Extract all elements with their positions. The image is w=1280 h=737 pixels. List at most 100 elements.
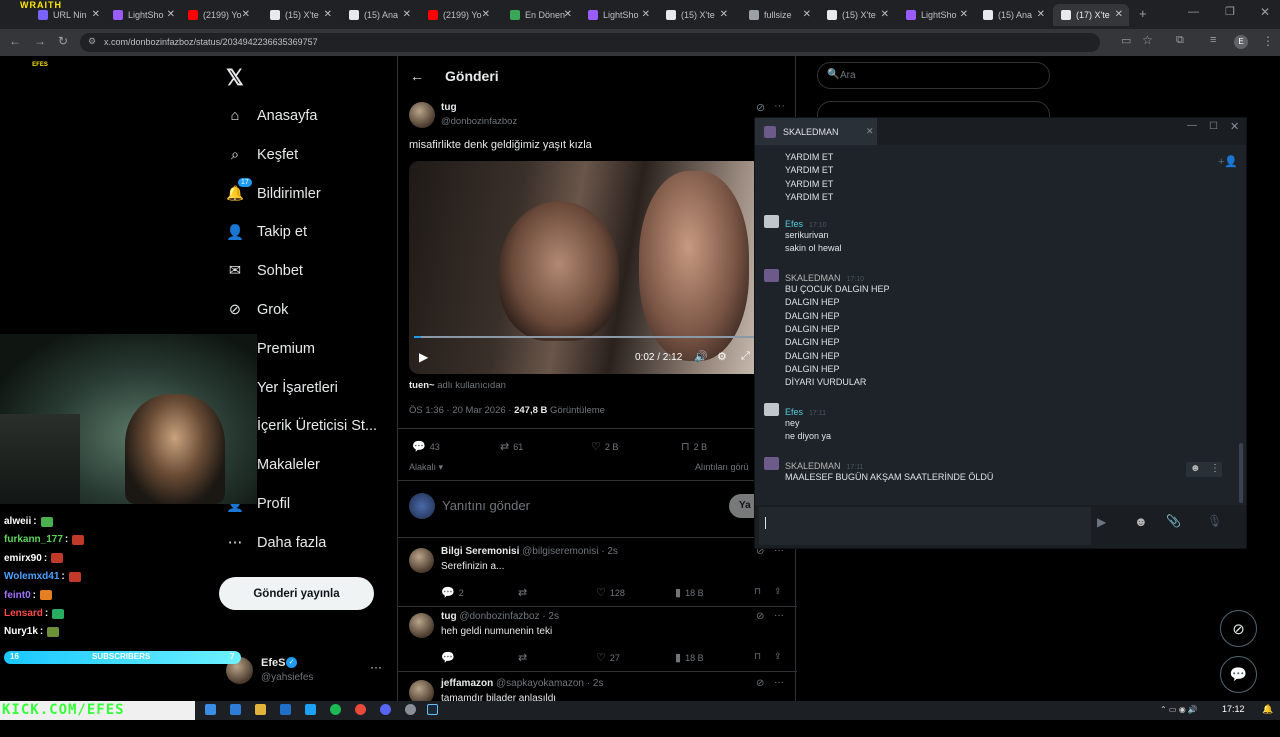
nav-item[interactable]: 🔔 Bildirimler 17 (226, 177, 321, 206)
reply-repost-action[interactable]: ⇄ (518, 586, 531, 599)
browser-menu-icon[interactable]: ⋮ (1262, 34, 1274, 48)
minimize-icon[interactable]: — (1188, 6, 1199, 18)
grok-fab[interactable]: ⊘ (1220, 610, 1257, 647)
chat-sender[interactable]: SKALEDMAN (785, 461, 841, 471)
reply-author[interactable]: Bilgi Seremonisi (441, 546, 519, 557)
quotes-link[interactable]: Alıntıları görü (695, 462, 749, 472)
messages-fab[interactable]: 💬 (1220, 656, 1257, 693)
taskbar-discord-icon[interactable] (380, 704, 391, 715)
chat-sender[interactable]: Efes (785, 219, 803, 229)
reply-author[interactable]: tug (441, 611, 457, 622)
tab-close-icon[interactable]: ✕ (564, 9, 572, 20)
tab-close-icon[interactable]: ✕ (803, 9, 811, 20)
react-emoji-icon[interactable]: ☻ (1190, 463, 1201, 474)
chat-avatar[interactable] (764, 269, 779, 282)
taskbar-app-icon[interactable] (405, 704, 416, 715)
reply-more-icon[interactable]: ··· (774, 677, 784, 688)
site-info-icon[interactable]: ⚙ (88, 36, 96, 47)
tab-close-icon[interactable]: ✕ (642, 9, 650, 20)
video-progress-bar[interactable] (414, 336, 760, 338)
post-date[interactable]: ÖS 1:36 · 20 Mar 2026 · (409, 405, 514, 416)
reply-item[interactable]: tug @donbozinfazboz · 2s heh geldi numune… (398, 608, 797, 672)
volume-icon[interactable]: 🔊 (694, 350, 708, 363)
nav-item[interactable]: ⋯ Daha fazla (226, 531, 327, 555)
chat-close-icon[interactable]: ✕ (1230, 120, 1239, 133)
reload-icon[interactable]: ↻ (58, 34, 68, 48)
tab-close-icon[interactable]: ✕ (881, 9, 889, 20)
url-field[interactable]: x.com/donbozinfazboz/status/203494223663… (80, 33, 1100, 52)
back-arrow-icon[interactable]: ← (410, 68, 424, 84)
reading-list-icon[interactable]: ≡ (1210, 34, 1216, 46)
like-action[interactable]: ♡ 2 B (591, 440, 618, 453)
taskbar-chrome-icon[interactable] (355, 704, 366, 715)
tab-close-icon[interactable]: ✕ (167, 9, 175, 20)
post-author-avatar[interactable] (409, 102, 435, 128)
tab-close-icon[interactable]: ✕ (242, 9, 250, 20)
repost-action[interactable]: ⇄ 61 (500, 440, 523, 453)
browser-tab[interactable]: LightSho ✕ (898, 4, 974, 26)
reply-action[interactable]: 💬 43 (412, 440, 440, 453)
chat-tab-close-icon[interactable]: ✕ (866, 126, 874, 137)
nav-item[interactable]: ⌂ Anasayfa (226, 104, 318, 128)
nav-item[interactable]: 👤 Takip et (226, 220, 307, 244)
tab-close-icon[interactable]: ✕ (482, 9, 490, 20)
tab-close-icon[interactable]: ✕ (1115, 9, 1123, 20)
browser-tab[interactable]: (2199) Yo ✕ (420, 4, 496, 26)
post-more-icon[interactable]: ··· (774, 100, 785, 112)
reply-avatar[interactable] (409, 548, 434, 573)
message-more-icon[interactable]: ⋮ (1210, 463, 1220, 474)
nav-item[interactable]: ⌕ Keşfet (226, 143, 298, 167)
reply-views-action[interactable]: ▮ 18 B (675, 651, 704, 664)
reply-views-action[interactable]: ▮ 18 B (675, 586, 704, 599)
browser-tab[interactable]: fullsize ✕ (741, 4, 817, 26)
tab-close-icon[interactable]: ✕ (324, 9, 332, 20)
taskbar-app-icon[interactable] (230, 704, 241, 715)
reply-like-action[interactable]: ♡ 128 (596, 586, 625, 599)
browser-tab[interactable]: En Dönen ✕ (502, 4, 578, 26)
tab-close-icon[interactable]: ✕ (403, 9, 411, 20)
install-app-icon[interactable]: ▭ (1121, 34, 1131, 47)
bookmark-action[interactable]: ⊓ 2 B (681, 440, 707, 453)
taskbar-app-icon[interactable] (305, 704, 316, 715)
bookmark-star-icon[interactable]: ☆ (1142, 33, 1153, 47)
reply-bookmark-icon[interactable]: ⊓ (754, 651, 761, 662)
grok-icon[interactable]: ⊘ (756, 611, 764, 622)
tray-icons[interactable]: ⌃ ▭ ◉ 🔊 (1160, 705, 1198, 714)
browser-tab[interactable]: (17) X'te ✕ (1053, 4, 1129, 26)
reply-handle[interactable]: @bilgiseremonisi (522, 546, 598, 557)
browser-tab[interactable]: (2199) Yo ✕ (180, 4, 256, 26)
reply-bookmark-icon[interactable]: ⊓ (754, 586, 761, 597)
nav-item[interactable]: ⊘ Grok (226, 298, 289, 322)
extensions-icon[interactable]: ⧉ (1176, 34, 1184, 47)
maximize-icon[interactable]: ❐ (1225, 5, 1235, 18)
chat-minimize-icon[interactable]: — (1187, 120, 1197, 131)
browser-tab[interactable]: (15) Ana ✕ (341, 4, 417, 26)
reply-more-icon[interactable]: ··· (774, 610, 784, 621)
reply-avatar[interactable] (409, 613, 434, 638)
emoticon-icon[interactable]: ☻ (1134, 514, 1148, 529)
browser-tab[interactable]: (15) Ana ✕ (975, 4, 1051, 26)
fullscreen-icon[interactable]: ⤢ (741, 350, 750, 363)
reply-item[interactable]: Bilgi Seremonisi @bilgiseremonisi · 2s Se… (398, 543, 797, 607)
taskbar-folder-icon[interactable] (255, 704, 266, 715)
tab-close-icon[interactable]: ✕ (1037, 9, 1045, 20)
browser-tab[interactable]: (15) X'te ✕ (658, 4, 734, 26)
search-input[interactable]: 🔍 Ara (817, 62, 1050, 89)
related-tab[interactable]: Alakalı ▾ (409, 462, 443, 473)
profile-avatar[interactable]: E (1234, 35, 1248, 49)
voice-icon[interactable]: 🎙 (1207, 514, 1222, 528)
browser-tab[interactable]: (15) X'te ✕ (262, 4, 338, 26)
chat-scrollbar[interactable] (1239, 443, 1243, 503)
send-icon[interactable]: ▶ (1097, 515, 1106, 529)
reply-reply-action[interactable]: 💬 (441, 651, 459, 664)
browser-tab[interactable]: LightSho ✕ (580, 4, 656, 26)
video-player[interactable]: ▶ 0:02 / 2:12 🔊 ⚙ ⤢ (409, 161, 765, 374)
back-icon[interactable]: ← (9, 34, 21, 48)
chat-avatar[interactable] (764, 215, 779, 228)
video-settings-icon[interactable]: ⚙ (717, 350, 727, 363)
chat-sender[interactable]: Efes (785, 407, 803, 417)
chat-sender[interactable]: SKALEDMAN (785, 273, 841, 283)
attach-icon[interactable]: 📎 (1166, 514, 1181, 528)
account-more-icon[interactable]: ··· (370, 660, 382, 674)
grok-post-icon[interactable]: ⊘ (756, 101, 765, 114)
